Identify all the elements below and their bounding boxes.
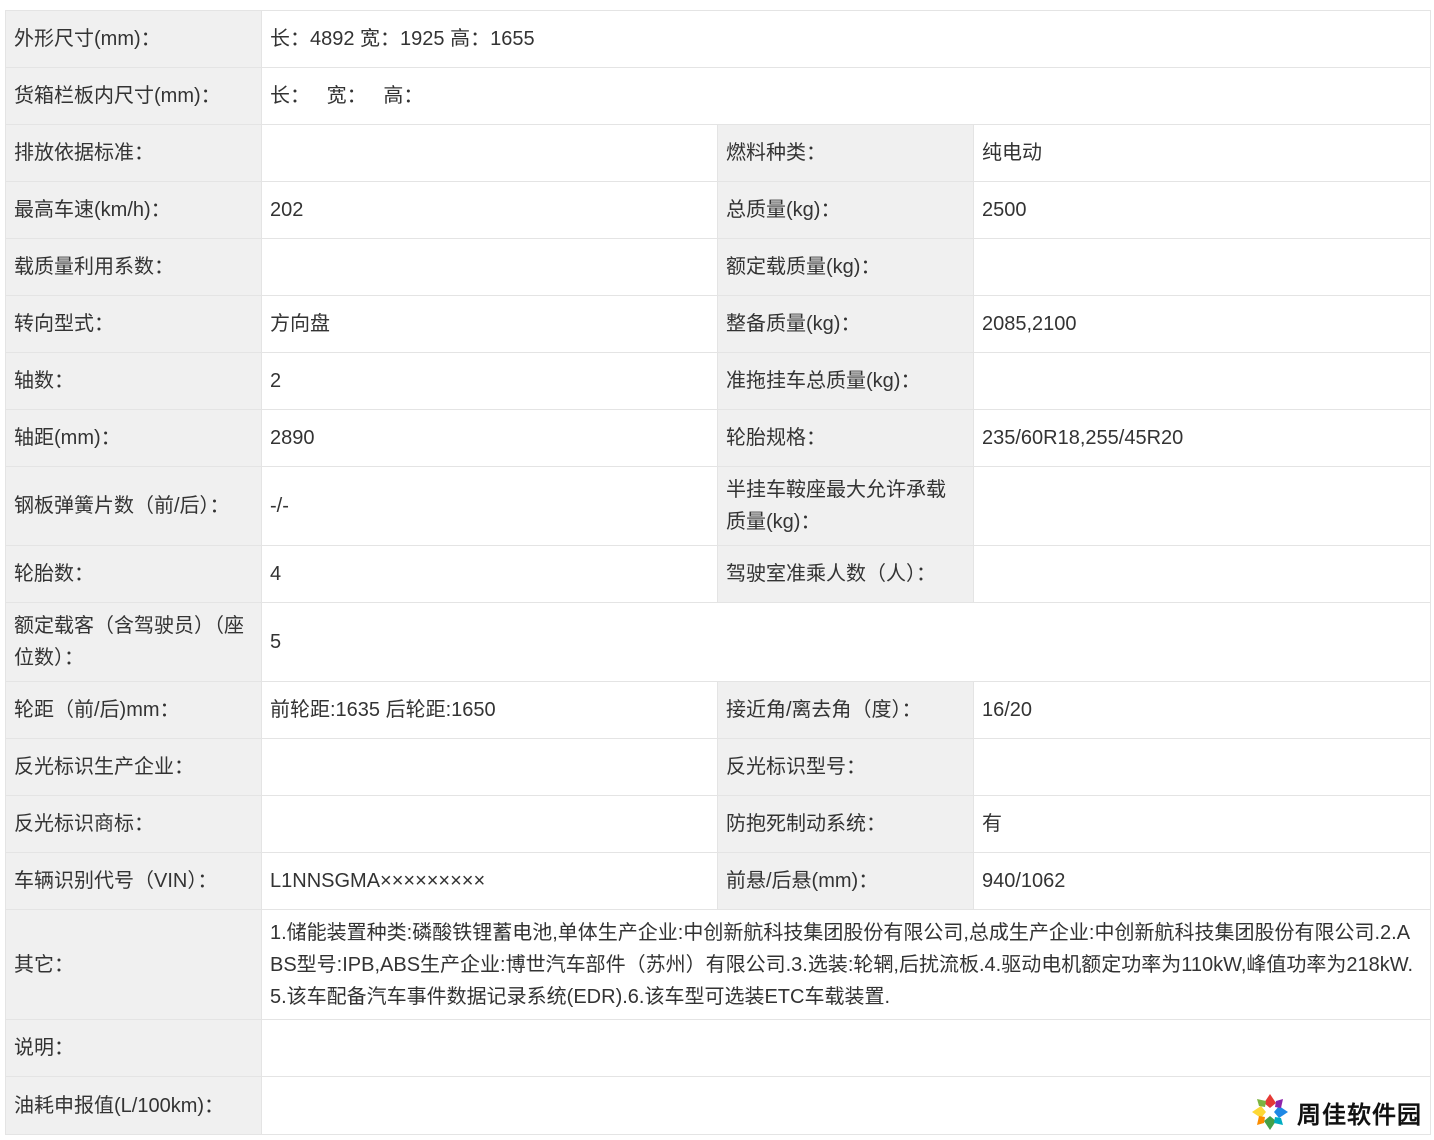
tires-value: 4 [261,545,718,603]
vin-label: 车辆识别代号（VIN）： [5,852,262,910]
table-row: 轴数： 2 准拖挂车总质量(kg)： [5,352,1432,410]
table-row: 货箱栏板内尺寸(mm)： 长： 宽： 高： [5,67,1432,125]
trailer-mass-value [972,352,1432,410]
approach-angle-label: 接近角/离去角（度）： [717,681,974,739]
load-coeff-label: 载质量利用系数： [5,238,262,296]
reflective-brand-label: 反光标识商标： [5,795,262,853]
reflective-brand-value [261,795,718,853]
leaf-springs-value: -/- [261,466,718,546]
total-mass-value: 2500 [972,181,1432,239]
cargo-box-value: 长： 宽： 高： [260,67,1432,125]
rated-load-label: 额定载质量(kg)： [717,238,974,296]
fuel-type-value: 纯电动 [972,124,1432,182]
dimensions-label: 外形尺寸(mm)： [5,10,262,68]
tire-spec-label: 轮胎规格： [717,409,974,467]
note-label: 说明： [5,1019,262,1077]
table-row: 反光标识生产企业： 反光标识型号： [5,738,1432,796]
watermark: 周佳软件园 [1245,1090,1426,1134]
wheelbase-value: 2890 [261,409,718,467]
reflective-model-label: 反光标识型号： [717,738,974,796]
table-row: 说明： [5,1019,1432,1077]
table-row: 轮胎数： 4 驾驶室准乘人数（人）： [5,545,1432,603]
pinwheel-logo-icon [1252,1094,1288,1130]
abs-label: 防抱死制动系统： [717,795,974,853]
reflective-maker-label: 反光标识生产企业： [5,738,262,796]
table-row: 轴距(mm)： 2890 轮胎规格： 235/60R18,255/45R20 [5,409,1432,467]
track-label: 轮距（前/后)mm： [5,681,262,739]
axles-value: 2 [261,352,718,410]
saddle-load-label: 半挂车鞍座最大允许承载质量(kg)： [717,466,974,546]
table-row: 外形尺寸(mm)： 长：4892 宽：1925 高：1655 [5,10,1432,68]
leaf-springs-label: 钢板弹簧片数（前/后）： [5,466,262,546]
table-row: 油耗申报值(L/100km)： [5,1076,1432,1135]
table-row: 钢板弹簧片数（前/后）： -/- 半挂车鞍座最大允许承载质量(kg)： [5,466,1432,546]
curb-mass-label: 整备质量(kg)： [717,295,974,353]
steering-value: 方向盘 [261,295,718,353]
track-value: 前轮距:1635 后轮距:1650 [261,681,718,739]
table-row: 轮距（前/后)mm： 前轮距:1635 后轮距:1650 接近角/离去角（度）：… [5,681,1432,739]
table-row: 排放依据标准： 燃料种类： 纯电动 [5,124,1432,182]
wheelbase-label: 轴距(mm)： [5,409,262,467]
curb-mass-value: 2085,2100 [972,295,1432,353]
saddle-load-value [972,466,1432,546]
axles-label: 轴数： [5,352,262,410]
watermark-text: 周佳软件园 [1297,1100,1422,1129]
abs-value: 有 [972,795,1432,853]
table-row: 转向型式： 方向盘 整备质量(kg)： 2085,2100 [5,295,1432,353]
note-value [260,1019,1432,1077]
table-row: 车辆识别代号（VIN）： L1NNSGMA××××××××× 前悬/后悬(mm)… [5,852,1432,910]
rated-load-value [972,238,1432,296]
approach-angle-value: 16/20 [972,681,1432,739]
total-mass-label: 总质量(kg)： [717,181,974,239]
load-coeff-value [261,238,718,296]
emission-value [261,124,718,182]
vehicle-spec-table: 外形尺寸(mm)： 长：4892 宽：1925 高：1655 货箱栏板内尺寸(m… [5,10,1432,1135]
table-row: 反光标识商标： 防抱死制动系统： 有 [5,795,1432,853]
passengers-label: 额定载客（含驾驶员）（座位数）： [5,602,262,682]
reflective-maker-value [261,738,718,796]
emission-label: 排放依据标准： [5,124,262,182]
max-speed-value: 202 [261,181,718,239]
table-row: 其它： 1.储能装置种类:磷酸铁锂蓄电池,单体生产企业:中创新航科技集团股份有限… [5,909,1432,1020]
table-row: 载质量利用系数： 额定载质量(kg)： [5,238,1432,296]
max-speed-label: 最高车速(km/h)： [5,181,262,239]
other-label: 其它： [5,909,262,1020]
dimensions-value: 长：4892 宽：1925 高：1655 [260,10,1432,68]
other-value: 1.储能装置种类:磷酸铁锂蓄电池,单体生产企业:中创新航科技集团股份有限公司,总… [260,909,1432,1020]
vin-value: L1NNSGMA××××××××× [261,852,718,910]
cab-seats-label: 驾驶室准乘人数（人）： [717,545,974,603]
table-row: 最高车速(km/h)： 202 总质量(kg)： 2500 [5,181,1432,239]
fuel-consumption-label: 油耗申报值(L/100km)： [5,1076,262,1135]
steering-label: 转向型式： [5,295,262,353]
cab-seats-value [972,545,1432,603]
tire-spec-value: 235/60R18,255/45R20 [972,409,1432,467]
cargo-box-label: 货箱栏板内尺寸(mm)： [5,67,262,125]
fuel-type-label: 燃料种类： [717,124,974,182]
overhang-value: 940/1062 [972,852,1432,910]
passengers-value: 5 [260,602,1432,682]
reflective-model-value [972,738,1432,796]
overhang-label: 前悬/后悬(mm)： [717,852,974,910]
table-row: 额定载客（含驾驶员）（座位数）： 5 [5,602,1432,682]
tires-label: 轮胎数： [5,545,262,603]
trailer-mass-label: 准拖挂车总质量(kg)： [717,352,974,410]
